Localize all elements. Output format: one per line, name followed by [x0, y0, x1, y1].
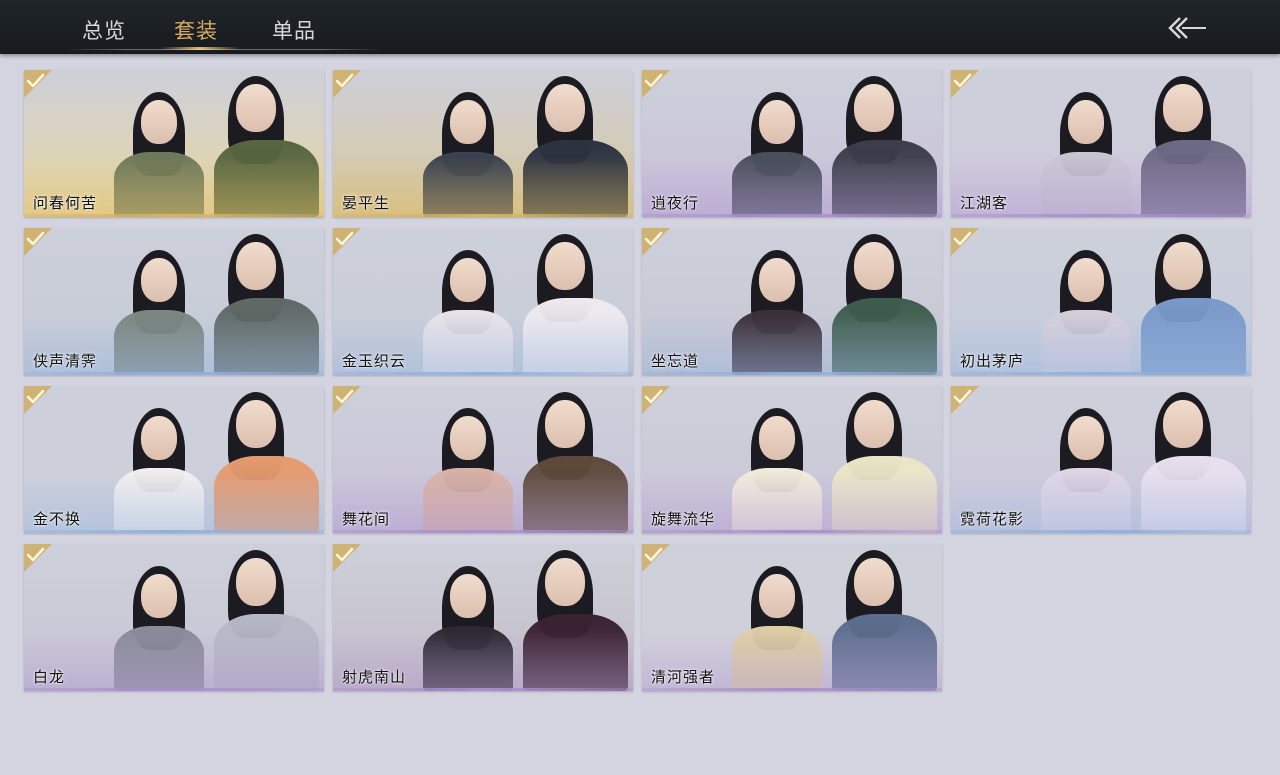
owned-check-icon: [333, 386, 361, 414]
owned-check-icon: [642, 70, 670, 98]
rarity-bar: [24, 688, 324, 691]
outfit-name: 坐忘道: [651, 352, 700, 370]
owned-check-icon: [642, 228, 670, 256]
rarity-bar: [951, 530, 1251, 533]
outfit-card[interactable]: 侠声清霁: [24, 228, 324, 375]
owned-check-icon: [642, 544, 670, 572]
outfit-name: 晏平生: [342, 194, 391, 212]
rarity-bar: [642, 214, 942, 217]
rarity-bar: [642, 372, 942, 375]
outfit-card[interactable]: 白龙: [24, 544, 324, 691]
outfit-card[interactable]: 晏平生: [333, 70, 633, 217]
rarity-bar: [642, 530, 942, 533]
rarity-glow: [24, 631, 324, 691]
outfit-card[interactable]: 清河强者: [642, 544, 942, 691]
outfit-card[interactable]: 舞花间: [333, 386, 633, 533]
outfit-card[interactable]: 逍夜行: [642, 70, 942, 217]
outfit-card[interactable]: 旋舞流华: [642, 386, 942, 533]
outfit-name: 逍夜行: [651, 194, 700, 212]
outfit-card[interactable]: 江湖客: [951, 70, 1251, 217]
rarity-bar: [333, 688, 633, 691]
outfit-card[interactable]: 霓荷花影: [951, 386, 1251, 533]
outfit-name: 旋舞流华: [651, 510, 716, 528]
top-navigation-bar: 总览 套装 单品: [0, 0, 1280, 54]
owned-check-icon: [951, 228, 979, 256]
outfit-name: 金玉织云: [342, 352, 407, 370]
rarity-bar: [333, 372, 633, 375]
rarity-bar: [24, 372, 324, 375]
rarity-bar: [642, 688, 942, 691]
outfit-name: 初出茅庐: [960, 352, 1025, 370]
outfit-name: 江湖客: [960, 194, 1009, 212]
outfit-card[interactable]: 坐忘道: [642, 228, 942, 375]
tab-divider: [62, 49, 386, 50]
outfit-card[interactable]: 初出茅庐: [951, 228, 1251, 375]
back-button[interactable]: [1160, 12, 1212, 44]
owned-check-icon: [333, 228, 361, 256]
owned-check-icon: [951, 70, 979, 98]
tab-overview[interactable]: 总览: [82, 15, 126, 45]
outfit-name: 霓荷花影: [960, 510, 1025, 528]
owned-check-icon: [333, 70, 361, 98]
outfit-name: 白龙: [33, 668, 66, 686]
outfit-card[interactable]: 问春何苦: [24, 70, 324, 217]
tab-outfit-sets[interactable]: 套装: [174, 15, 218, 45]
outfit-name: 舞花间: [342, 510, 391, 528]
rarity-bar: [951, 214, 1251, 217]
rarity-bar: [951, 372, 1251, 375]
owned-check-icon: [24, 228, 52, 256]
outfit-card[interactable]: 金玉织云: [333, 228, 633, 375]
owned-check-icon: [24, 386, 52, 414]
owned-check-icon: [24, 70, 52, 98]
tab-single-items[interactable]: 单品: [272, 15, 316, 45]
rarity-bar: [24, 214, 324, 217]
outfit-card[interactable]: 射虎南山: [333, 544, 633, 691]
rarity-bar: [24, 530, 324, 533]
outfit-name: 侠声清霁: [33, 352, 98, 370]
outfit-name: 问春何苦: [33, 194, 98, 212]
rarity-bar: [333, 530, 633, 533]
outfit-grid: 问春何苦 晏平生 逍夜行 江湖客侠声清霁 金玉织云 坐忘道 初出茅庐金不换 舞花间 旋舞流华 霓荷…: [24, 70, 1264, 710]
owned-check-icon: [333, 544, 361, 572]
outfit-card[interactable]: 金不换: [24, 386, 324, 533]
owned-check-icon: [642, 386, 670, 414]
owned-check-icon: [24, 544, 52, 572]
outfit-name: 射虎南山: [342, 668, 407, 686]
outfit-name: 清河强者: [651, 668, 716, 686]
owned-check-icon: [951, 386, 979, 414]
outfit-name: 金不换: [33, 510, 82, 528]
double-chevron-left-arrow-icon: [1168, 17, 1206, 39]
rarity-bar: [333, 214, 633, 217]
